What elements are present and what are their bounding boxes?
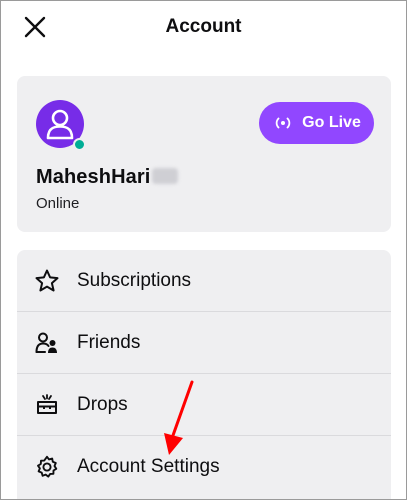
go-live-button[interactable]: Go Live: [259, 102, 374, 144]
menu-item-label: Subscriptions: [77, 269, 192, 291]
username-text: MaheshHari: [36, 166, 151, 188]
menu-list: Subscriptions Friends Drops Account Sett…: [17, 250, 391, 499]
status-text: Online: [36, 195, 80, 212]
profile-card: Go Live MaheshHari Online: [17, 76, 391, 232]
menu-item-label: Account Settings: [77, 456, 220, 477]
menu-item-account-settings[interactable]: Account Settings: [17, 436, 391, 498]
redacted-text: [152, 168, 179, 184]
account-screen: Account Go Live MaheshHari Online Subscr…: [0, 0, 407, 500]
menu-item-friends[interactable]: Friends: [17, 312, 391, 374]
go-live-label: Go Live: [302, 114, 361, 131]
friends-icon: [35, 332, 57, 353]
menu-item-subscriptions[interactable]: Subscriptions: [17, 250, 391, 312]
menu-item-label: Friends: [77, 331, 141, 353]
header: Account: [1, 1, 406, 57]
username: MaheshHari: [36, 166, 179, 189]
online-status-indicator: [73, 138, 86, 151]
gear-icon: [37, 455, 58, 478]
broadcast-icon: [275, 117, 291, 129]
star-icon: [35, 269, 59, 291]
user-icon: [46, 109, 74, 140]
drops-icon: [37, 393, 57, 414]
menu-item-label: Drops: [77, 393, 128, 415]
menu-item-drops[interactable]: Drops: [17, 374, 391, 436]
page-title: Account: [165, 16, 242, 37]
